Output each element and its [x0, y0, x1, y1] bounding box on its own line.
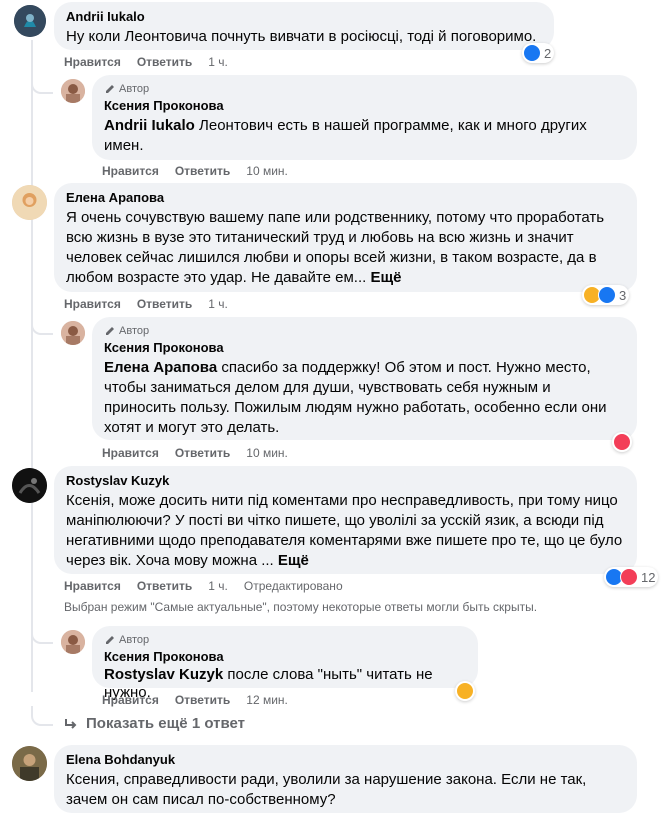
mention-link[interactable]: Rostyslav Kuzyk [104, 666, 223, 683]
avatar-icon [12, 468, 47, 503]
reply-button[interactable]: Ответить [137, 54, 192, 70]
badge-label: Автор [119, 325, 150, 337]
author-badge: Автор [104, 82, 625, 96]
pencil-icon [106, 327, 114, 335]
comment-bubble: Елена Арапова Я очень сочувствую вашему … [54, 183, 637, 292]
comment-actions: Нравится Ответить 1 ч. [64, 54, 244, 70]
comment-actions: Нравится Ответить 1 ч. Отредактировано [64, 578, 343, 594]
like-reaction-icon [523, 44, 541, 62]
reply-button[interactable]: Ответить [175, 692, 230, 708]
like-button[interactable]: Нравится [102, 445, 159, 461]
filter-notice: Выбран режим "Самые актуальные", поэтому… [64, 600, 538, 614]
reaction-count: 3 [619, 287, 627, 303]
comment-author[interactable]: Ксения Проконова [104, 98, 625, 114]
comment-author[interactable]: Ксения Проконова [104, 340, 625, 356]
comment-actions: Нравится Ответить 1 ч. [64, 296, 244, 312]
show-more-replies-button[interactable]: Показать ещё 1 ответ [64, 714, 245, 734]
see-more-link[interactable]: Ещё [278, 552, 309, 569]
comment-author[interactable]: Ксения Проконова [104, 649, 466, 665]
haha-reaction-icon [456, 682, 474, 700]
avatar[interactable] [12, 746, 47, 781]
mention-link[interactable]: Елена Арапова [104, 359, 217, 376]
avatar[interactable] [61, 79, 85, 103]
reply-button[interactable]: Ответить [137, 578, 192, 594]
timestamp[interactable]: 10 мин. [246, 445, 288, 461]
see-more-link[interactable]: Ещё [370, 269, 401, 286]
comment-bubble: Andrii Iukalo Ну коли Леонтовича почнуть… [54, 2, 554, 50]
comment-actions: Нравится Ответить 10 мин. [102, 163, 304, 179]
comment-bubble: Elena Bohdanyuk Ксения, справедливости р… [54, 745, 637, 813]
reactions[interactable]: 12 [604, 567, 659, 587]
comment-text-body: Ксенія, може досить нити під коментами п… [66, 492, 623, 569]
avatar-icon [61, 321, 85, 345]
avatar[interactable] [12, 185, 47, 220]
avatar-icon [12, 746, 47, 781]
reactions[interactable] [612, 432, 632, 452]
comment-actions: Нравится Ответить 10 мин. [102, 445, 304, 461]
pencil-icon [106, 636, 114, 644]
like-button[interactable]: Нравится [64, 54, 121, 70]
reply-button[interactable]: Ответить [137, 296, 192, 312]
timestamp[interactable]: 1 ч. [208, 54, 228, 70]
avatar-icon [61, 630, 85, 654]
like-button[interactable]: Нравится [64, 296, 121, 312]
comment-text: Ксения, справедливости ради, уволили за … [66, 771, 587, 808]
author-badge: Автор [104, 324, 625, 338]
timestamp[interactable]: 12 мин. [246, 692, 288, 708]
reply-arrow-icon [65, 719, 77, 729]
comment-author[interactable]: Rostyslav Kuzyk [66, 473, 625, 489]
reaction-count: 2 [544, 45, 552, 61]
love-reaction-icon [620, 568, 638, 586]
avatar[interactable] [61, 321, 85, 345]
comment-bubble: Rostyslav Kuzyk Ксенія, може досить нити… [54, 466, 637, 574]
badge-label: Автор [119, 634, 150, 646]
timestamp[interactable]: 10 мин. [246, 163, 288, 179]
comment-bubble: Автор Ксения Проконова Rostyslav Kuzyk п… [92, 626, 478, 701]
avatar-icon [14, 5, 46, 37]
reactions[interactable] [455, 681, 475, 701]
timestamp[interactable]: 1 ч. [208, 296, 228, 312]
thread-connector [31, 315, 53, 335]
like-button[interactable]: Нравится [102, 163, 159, 179]
reaction-count: 12 [641, 569, 656, 585]
comment-author[interactable]: Andrii Iukalo [66, 9, 542, 25]
like-reaction-icon [598, 286, 616, 304]
thread-line [31, 40, 33, 692]
comment-text: Я очень сочувствую вашему папе или родст… [66, 208, 625, 288]
comment-text-body: Я очень сочувствую вашему папе или родст… [66, 209, 605, 286]
timestamp[interactable]: 1 ч. [208, 578, 228, 594]
avatar-icon [61, 79, 85, 103]
avatar[interactable] [12, 468, 47, 503]
like-button[interactable]: Нравится [64, 578, 121, 594]
pencil-icon [106, 85, 114, 93]
like-button[interactable]: Нравится [102, 692, 159, 708]
avatar-icon [12, 185, 47, 220]
love-reaction-icon [613, 433, 631, 451]
thread-connector [31, 706, 53, 726]
comment-text: Ксенія, може досить нити під коментами п… [66, 491, 625, 571]
comment-text: Елена Арапова спасибо за поддержку! Об э… [104, 358, 625, 438]
reactions[interactable]: 3 [582, 285, 630, 305]
badge-label: Автор [119, 83, 150, 95]
avatar[interactable] [61, 630, 85, 654]
thread-connector [31, 624, 53, 644]
comment-author[interactable]: Elena Bohdanyuk [66, 752, 625, 768]
comment-text: Andrii Iukalo Леонтович есть в нашей про… [104, 116, 625, 156]
comment-author[interactable]: Елена Арапова [66, 190, 625, 206]
avatar[interactable] [14, 5, 46, 37]
reply-button[interactable]: Ответить [175, 163, 230, 179]
comment-bubble: Автор Ксения Проконова Andrii Iukalo Лео… [92, 75, 637, 160]
show-more-label[interactable]: Показать ещё 1 ответ [86, 714, 245, 734]
reply-button[interactable]: Ответить [175, 445, 230, 461]
mention-link[interactable]: Andrii Iukalo [104, 117, 195, 134]
author-badge: Автор [104, 633, 466, 647]
thread-connector [31, 74, 53, 94]
edited-label[interactable]: Отредактировано [244, 578, 343, 594]
comment-text: Ну коли Леонтовича почнуть вивчати в рос… [66, 28, 537, 45]
reactions[interactable]: 2 [522, 43, 555, 63]
comment-actions: Нравится Ответить 12 мин. [102, 692, 304, 708]
comment-bubble: Автор Ксения Проконова Елена Арапова спа… [92, 317, 637, 440]
